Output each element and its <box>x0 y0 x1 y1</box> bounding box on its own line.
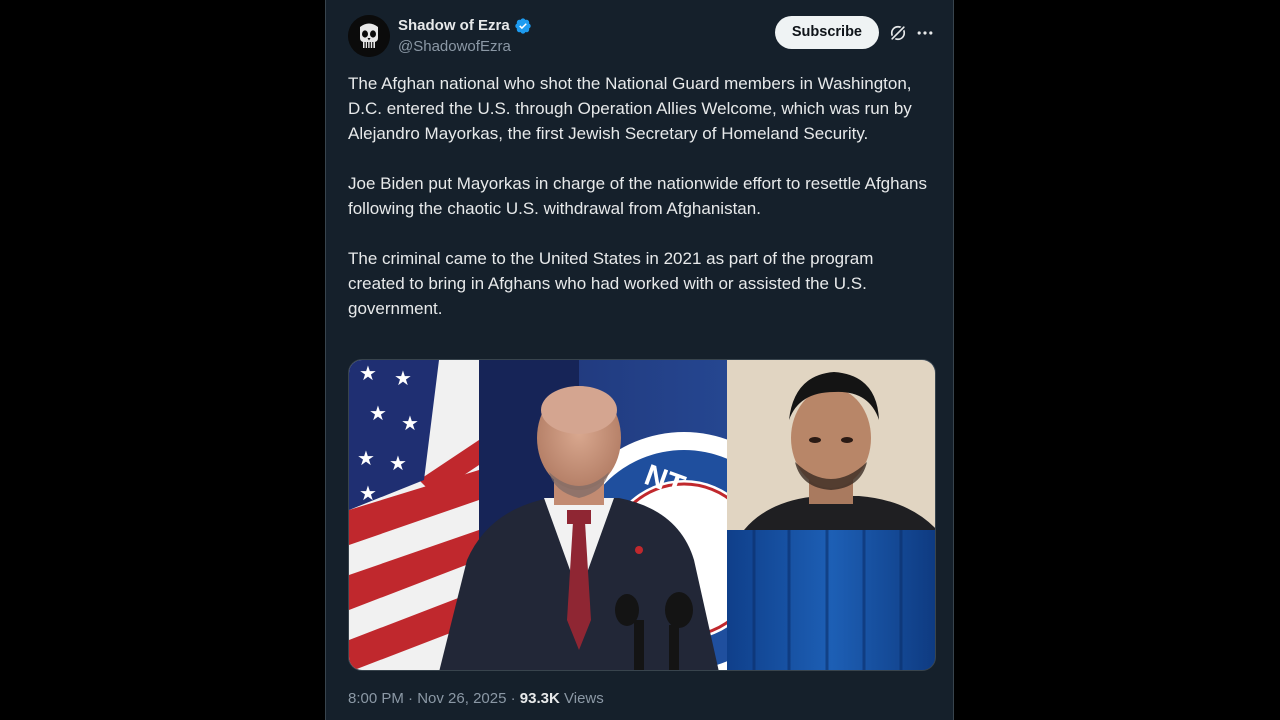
tweet-header: Shadow of Ezra @ShadowofEzra Subscribe <box>348 14 935 58</box>
more-options-icon[interactable] <box>915 23 935 43</box>
svg-text:★: ★ <box>401 413 419 435</box>
verified-badge-icon[interactable] <box>514 17 532 35</box>
tweet-media[interactable]: ★ ★ ★ ★ ★ ★ ★ NT RITY <box>348 359 936 671</box>
avatar[interactable] <box>348 15 390 57</box>
svg-text:★: ★ <box>359 363 377 385</box>
author-handle[interactable]: @ShadowofEzra <box>398 37 532 57</box>
svg-text:★: ★ <box>357 448 375 470</box>
display-name-row: Shadow of Ezra <box>398 16 532 36</box>
tweet-paragraph: The Afghan national who shot the Nationa… <box>348 74 912 143</box>
svg-text:★: ★ <box>389 453 407 475</box>
tweet-date[interactable]: Nov 26, 2025 <box>417 690 506 707</box>
grok-icon[interactable] <box>888 23 908 43</box>
views-label: Views <box>564 690 604 707</box>
press-conference-photo: ★ ★ ★ ★ ★ ★ ★ NT RITY <box>349 360 935 670</box>
svg-text:★: ★ <box>394 368 412 390</box>
svg-text:★: ★ <box>369 403 387 425</box>
tweet-paragraph: Joe Biden put Mayorkas in charge of the … <box>348 174 927 218</box>
tweet-meta: 8:00 PM · Nov 26, 2025 · 93.3K Views <box>348 689 604 709</box>
svg-text:★: ★ <box>359 483 377 505</box>
video-frame: Shadow of Ezra @ShadowofEzra Subscribe T… <box>0 0 1280 720</box>
subscribe-button[interactable]: Subscribe <box>774 16 879 49</box>
tweet-time[interactable]: 8:00 PM <box>348 690 404 707</box>
punisher-skull-icon <box>348 15 390 57</box>
display-name[interactable]: Shadow of Ezra <box>398 16 510 36</box>
tweet-paragraph: The criminal came to the United States i… <box>348 249 874 318</box>
meta-separator: · <box>510 690 516 707</box>
views-count: 93.3K <box>519 690 560 707</box>
meta-separator: · <box>408 690 414 707</box>
tweet-text: The Afghan national who shot the Nationa… <box>348 71 928 321</box>
tweet-card: Shadow of Ezra @ShadowofEzra Subscribe T… <box>325 0 954 720</box>
author-names: Shadow of Ezra @ShadowofEzra <box>398 16 532 57</box>
